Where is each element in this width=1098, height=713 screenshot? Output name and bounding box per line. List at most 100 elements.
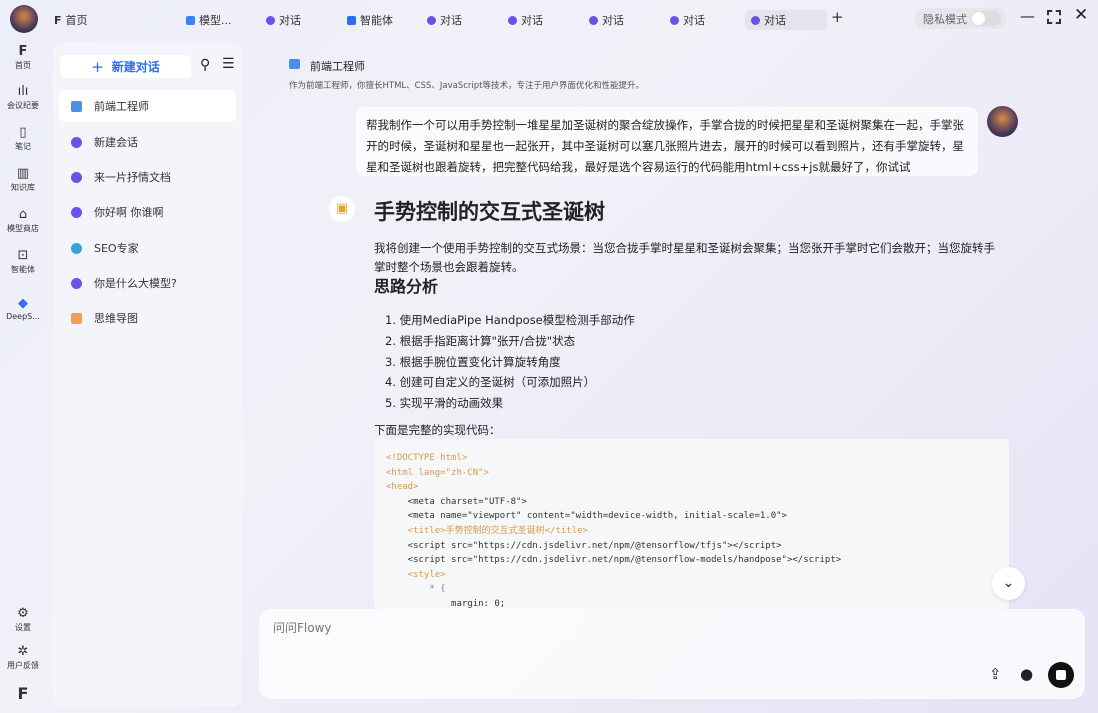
sidebar-item[interactable]: 来一片抒情文档 xyxy=(59,161,236,193)
code-line: <script src="https://cdn.jsdelivr.net/np… xyxy=(386,555,842,566)
sidebar-item[interactable]: 你是什么大模型? xyxy=(59,267,236,299)
tab-chat[interactable]: 对话 xyxy=(502,10,549,30)
new-chat-button[interactable]: + 新建对话 xyxy=(60,55,191,78)
rail-notes[interactable]: ▯ 笔记 xyxy=(0,125,46,152)
toggle-track xyxy=(971,11,1001,26)
mindmap-icon xyxy=(71,312,82,324)
books-icon: ▥ xyxy=(16,166,30,181)
privacy-label: 隐私模式 xyxy=(923,13,967,26)
rail-label: DeepS... xyxy=(6,312,40,321)
sidebar-item[interactable]: 新建会话 xyxy=(59,126,236,158)
search-icon[interactable]: ⚲ xyxy=(200,57,210,73)
chat-icon xyxy=(589,15,598,25)
privacy-mode-toggle[interactable]: 隐私模式 xyxy=(915,8,1007,29)
tab-chat[interactable]: 对话 xyxy=(421,10,468,30)
code-line: <title>手势控制的交互式圣诞树</title> xyxy=(386,525,588,536)
notebook-icon: ▯ xyxy=(19,125,27,140)
sidebar-item[interactable]: 你好啊 你谁啊 xyxy=(59,196,236,228)
user-avatar[interactable] xyxy=(10,5,38,33)
new-tab-button[interactable]: + xyxy=(831,8,844,26)
chat-icon xyxy=(71,206,82,218)
logo-icon: F xyxy=(54,13,62,27)
sidebar-item[interactable]: 前端工程师 xyxy=(59,90,236,122)
whale-icon: ◆ xyxy=(18,296,28,311)
rail-deepseek[interactable]: ◆ DeepS... xyxy=(0,296,46,321)
tab-label: 对话 xyxy=(764,14,786,27)
maximize-icon[interactable] xyxy=(1047,10,1061,24)
microphone-icon[interactable]: ● xyxy=(1020,665,1033,683)
code-line: <script src="https://cdn.jsdelivr.net/np… xyxy=(386,540,782,551)
chat-icon xyxy=(71,136,82,148)
agent-monitor-icon xyxy=(289,59,300,69)
upload-icon[interactable]: ⇪ xyxy=(989,665,1002,683)
menu-icon[interactable]: ☰ xyxy=(222,56,235,72)
tab-label: 对话 xyxy=(440,14,462,27)
stop-button[interactable] xyxy=(1048,662,1074,688)
left-rail: F 首页 ılı 会议纪要 ▯ 笔记 ▥ 知识库 ⌂ 模型商店 ⊡ 智能体 ◆ DeepS..… xyxy=(0,36,48,713)
tab-label: 对话 xyxy=(521,14,543,27)
sidebar-item-label: 前端工程师 xyxy=(94,100,149,113)
rail-label: 用户反馈 xyxy=(7,661,39,670)
list-item: 5. 实现平滑的动画效果 xyxy=(385,396,504,411)
chat-input-box[interactable]: ⇪ ● xyxy=(259,609,1085,699)
agent-description: 作为前端工程师，你擅长HTML、CSS、JavaScript等技术，专注于用户界… xyxy=(289,81,644,91)
rail-label: 会议纪要 xyxy=(7,101,39,110)
rail-feedback[interactable]: ✲ 用户反馈 xyxy=(0,644,46,671)
sidebar-item-label: 你好啊 你谁啊 xyxy=(94,206,164,219)
agent-icon xyxy=(347,15,356,25)
close-icon[interactable]: ✕ xyxy=(1074,5,1088,25)
sidebar-item-label: SEO专家 xyxy=(94,242,139,255)
rail-home[interactable]: F 首页 xyxy=(0,44,46,71)
conversation-sidebar: + 新建对话 ⚲ ☰ 前端工程师 新建会话 来一片抒情文档 你好啊 你谁啊 SEO… xyxy=(53,43,242,707)
sidebar-item[interactable]: 思维导图 xyxy=(59,302,236,334)
minimize-icon[interactable]: — xyxy=(1020,7,1035,25)
code-intro: 下面是完整的实现代码： xyxy=(374,423,501,437)
bug-icon: ✲ xyxy=(17,644,29,659)
scroll-down-button[interactable]: ⌄ xyxy=(992,567,1025,600)
sidebar-item[interactable]: SEO专家 xyxy=(59,232,236,264)
steps-list: 1. 使用MediaPipe Handpose模型检测手部动作 2. 根据手指距… xyxy=(385,310,635,414)
app-logo-icon: F xyxy=(17,684,29,703)
rail-agent[interactable]: ⊡ 智能体 xyxy=(0,248,46,275)
new-chat-label: 新建对话 xyxy=(111,60,160,74)
model-icon xyxy=(186,15,195,25)
list-item: 4. 创建可自定义的圣诞树（可添加照片） xyxy=(385,375,596,390)
code-line: * { xyxy=(386,584,446,595)
rail-knowledge[interactable]: ▥ 知识库 xyxy=(0,166,46,193)
rail-label: 智能体 xyxy=(11,265,35,274)
tab-chat[interactable]: 对话 xyxy=(583,10,630,30)
code-block: <!DOCTYPE html> <html lang="zh-CN"> <head>… xyxy=(374,439,1009,609)
rail-settings[interactable]: ⚙ 设置 xyxy=(0,606,46,633)
chat-icon xyxy=(427,15,436,25)
user-message-avatar xyxy=(987,106,1018,137)
code-line: <style> xyxy=(386,569,446,580)
chat-icon xyxy=(71,277,82,289)
rail-meeting[interactable]: ılı 会议纪要 xyxy=(0,84,46,111)
rail-label: 模型商店 xyxy=(7,224,39,233)
assistant-avatar-icon: ▣ xyxy=(329,196,355,222)
sidebar-item-label: 思维导图 xyxy=(94,312,138,325)
rail-store[interactable]: ⌂ 模型商店 xyxy=(0,207,46,234)
tab-chat-active[interactable]: 对话 xyxy=(745,10,827,30)
code-line: <head> xyxy=(386,482,419,493)
reply-title: 手势控制的交互式圣诞树 xyxy=(374,200,605,224)
tab-label: 对话 xyxy=(683,14,705,27)
tab-chat[interactable]: 对话 xyxy=(260,10,307,30)
tab-label: 智能体 xyxy=(360,14,393,27)
chat-icon xyxy=(266,15,275,25)
sidebar-item-label: 新建会话 xyxy=(94,136,138,149)
chat-input[interactable] xyxy=(273,621,1053,635)
tab-agent[interactable]: 智能体 xyxy=(341,10,399,30)
tab-model[interactable]: 模型... xyxy=(180,10,238,30)
tab-label: 首页 xyxy=(65,14,88,27)
rail-label: 首页 xyxy=(15,61,31,70)
stop-icon xyxy=(1056,670,1066,680)
robot-icon: ⊡ xyxy=(17,248,29,263)
plus-icon: + xyxy=(91,57,104,76)
list-item: 1. 使用MediaPipe Handpose模型检测手部动作 xyxy=(385,313,635,327)
toggle-knob xyxy=(972,12,985,25)
chat-icon xyxy=(751,15,760,25)
tab-chat[interactable]: 对话 xyxy=(664,10,711,30)
user-message: 帮我制作一个可以用手势控制一堆星星加圣诞树的聚合绽放操作，手掌合拢的时候把星星和… xyxy=(356,107,978,176)
tab-home[interactable]: F 首页 xyxy=(48,10,94,30)
